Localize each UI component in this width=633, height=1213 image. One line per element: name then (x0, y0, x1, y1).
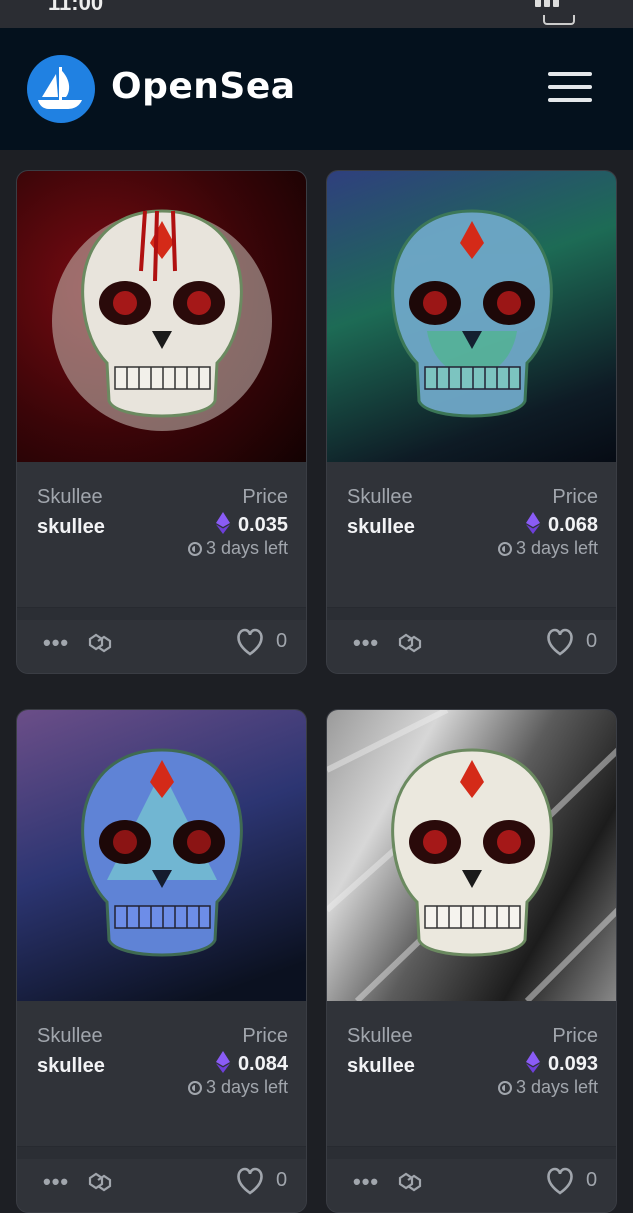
opensea-logo-icon[interactable] (27, 55, 95, 123)
time-left-text: 3 days left (515, 538, 598, 558)
collection-name[interactable]: Skullee (347, 486, 413, 509)
price-label: Price (552, 486, 598, 508)
nft-card-info: Skullee skullee Price 0.068 3 days left (327, 462, 616, 607)
nft-card-info: Skullee skullee Price 0.084 3 days left (17, 1001, 306, 1146)
price-value: 0.068 (547, 514, 598, 536)
hamburger-menu-icon[interactable] (548, 72, 592, 106)
heart-icon[interactable] (235, 628, 265, 656)
price-label: Price (552, 1025, 598, 1047)
ethereum-icon (525, 512, 540, 534)
ethereum-icon (525, 1051, 540, 1073)
time-left: 3 days left (497, 538, 598, 559)
more-options-icon[interactable]: ••• (43, 1169, 69, 1195)
nft-image[interactable] (17, 710, 306, 1001)
clock-icon (187, 542, 202, 556)
nft-card-footer: ••• 0 (17, 1146, 306, 1212)
polygon-chain-icon (398, 1172, 422, 1192)
like-count: 0 (276, 1169, 288, 1191)
nft-card-footer: ••• 0 (327, 607, 616, 673)
nft-price: 0.068 (525, 512, 598, 537)
like-count: 0 (586, 1169, 598, 1191)
nft-card-info: Skullee skullee Price 0.035 3 days left (17, 462, 306, 607)
ethereum-icon (215, 1051, 230, 1073)
heart-icon[interactable] (545, 1167, 575, 1195)
nft-price: 0.084 (215, 1051, 288, 1076)
more-options-icon[interactable]: ••• (43, 630, 69, 656)
time-left: 3 days left (497, 1077, 598, 1098)
nft-image[interactable] (327, 171, 616, 462)
nft-name[interactable]: skullee (347, 516, 415, 539)
nft-name[interactable]: skullee (37, 516, 105, 539)
nft-name[interactable]: skullee (347, 1055, 415, 1078)
polygon-chain-icon (88, 633, 112, 653)
nft-card[interactable]: Skullee skullee Price 0.035 3 days left … (16, 170, 307, 674)
time-left: 3 days left (187, 1077, 288, 1098)
ethereum-icon (215, 512, 230, 534)
like-count: 0 (586, 630, 598, 652)
time-left: 3 days left (187, 538, 288, 559)
price-label: Price (242, 486, 288, 508)
price-value: 0.084 (237, 1053, 288, 1075)
top-navbar: OpenSea (0, 28, 633, 150)
clock-icon (497, 542, 512, 556)
price-value: 0.093 (547, 1053, 598, 1075)
price-value: 0.035 (237, 514, 288, 536)
status-bar: 11:00 (0, 0, 633, 28)
more-options-icon[interactable]: ••• (353, 630, 379, 656)
collection-name[interactable]: Skullee (37, 1025, 103, 1048)
polygon-chain-icon (88, 1172, 112, 1192)
time-left-text: 3 days left (205, 1077, 288, 1097)
nft-price: 0.093 (525, 1051, 598, 1076)
more-options-icon[interactable]: ••• (353, 1169, 379, 1195)
nft-card-footer: ••• 0 (327, 1146, 616, 1212)
signal-icon (535, 0, 599, 25)
heart-icon[interactable] (235, 1167, 265, 1195)
nft-card[interactable]: Skullee skullee Price 0.093 3 days left … (326, 709, 617, 1213)
price-label: Price (242, 1025, 288, 1047)
nft-name[interactable]: skullee (37, 1055, 105, 1078)
clock-icon (187, 1081, 202, 1095)
brand-name[interactable]: OpenSea (111, 66, 296, 107)
nft-card[interactable]: Skullee skullee Price 0.068 3 days left … (326, 170, 617, 674)
polygon-chain-icon (398, 633, 422, 653)
nft-card[interactable]: Skullee skullee Price 0.084 3 days left … (16, 709, 307, 1213)
nft-image[interactable] (327, 710, 616, 1004)
heart-icon[interactable] (545, 628, 575, 656)
nft-card-info: Skullee skullee Price 0.093 3 days left (327, 1001, 616, 1146)
battery-icon (543, 15, 575, 25)
collection-name[interactable]: Skullee (37, 486, 103, 509)
time-left-text: 3 days left (205, 538, 288, 558)
clock-icon (497, 1081, 512, 1095)
like-count: 0 (276, 630, 288, 652)
nft-grid: Skullee skullee Price 0.035 3 days left … (0, 150, 633, 1213)
time-left-text: 3 days left (515, 1077, 598, 1097)
collection-name[interactable]: Skullee (347, 1025, 413, 1048)
nft-price: 0.035 (215, 512, 288, 537)
nft-card-footer: ••• 0 (17, 607, 306, 673)
nft-image[interactable] (17, 171, 306, 462)
status-time: 11:00 (48, 0, 104, 15)
